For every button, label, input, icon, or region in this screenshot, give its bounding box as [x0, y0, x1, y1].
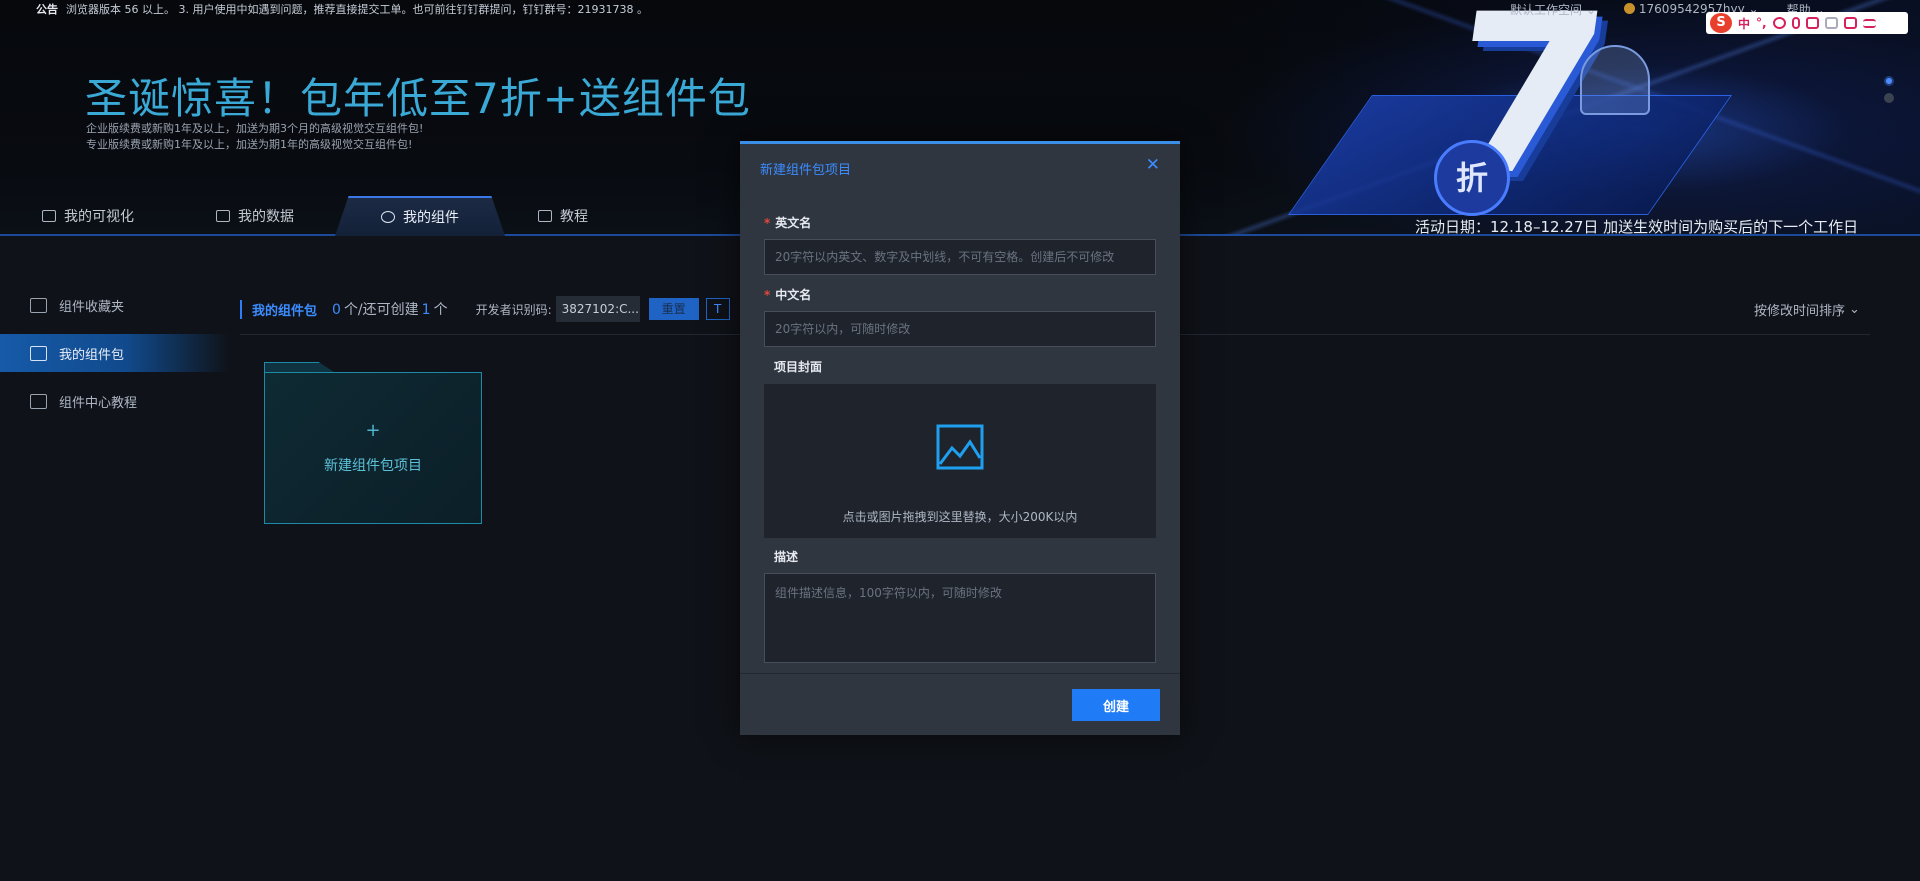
tab-label: 教程 — [560, 209, 588, 225]
sort-label: 按修改时间排序 — [1754, 304, 1846, 319]
code-icon — [216, 210, 230, 222]
banner-pager — [1884, 76, 1894, 110]
promo-line-2: 专业版续费或新购1年及以上，加送为期1年的高级视觉交互组件包! — [86, 138, 413, 151]
en-name-label: * 英文名 — [764, 214, 811, 231]
workspace-label: 默认工作空间 — [1510, 2, 1583, 17]
sidebar-item-label: 我的组件包 — [59, 347, 125, 363]
cn-name-label: * 中文名 — [764, 286, 811, 303]
banner-dot-active[interactable] — [1884, 76, 1894, 86]
layers-icon — [42, 210, 56, 222]
tab-label: 我的数据 — [238, 209, 294, 225]
promo-line-1: 企业版续费或新购1年及以上，加送为期3个月的高级视觉交互组件包! — [86, 122, 424, 135]
sidebar-item-label: 组件中心教程 — [59, 395, 138, 411]
tab-tutorial[interactable]: 教程 — [538, 196, 588, 236]
sidebar-item-tutorial[interactable]: 组件中心教程 — [0, 382, 230, 420]
promo-title: 圣诞惊喜！包年低至7折+送组件包 — [85, 74, 751, 123]
reset-button[interactable]: 重置 — [648, 298, 699, 320]
new-package-modal: 新建组件包项目 ✕ * 英文名 * 中文名 项目封面 点击或图片拖拽到这里替换，大小… — [740, 141, 1180, 735]
description-textarea[interactable] — [764, 573, 1156, 663]
banner-art-dome — [1580, 45, 1650, 115]
graduation-cap-icon — [30, 393, 47, 409]
required-mark: * — [764, 216, 771, 230]
coin-icon — [1623, 3, 1635, 14]
modal-title: 新建组件包项目 — [760, 163, 852, 178]
sidebar-item-favorites[interactable]: 组件收藏夹 — [0, 286, 230, 324]
image-icon — [936, 424, 984, 470]
en-name-input[interactable] — [764, 239, 1156, 275]
tab-my-components[interactable]: 我的组件 — [335, 196, 505, 236]
notice-label: 公告 — [36, 3, 58, 16]
menu-icon[interactable] — [1862, 18, 1876, 28]
toolbar-extra-button[interactable]: T — [705, 298, 730, 320]
cn-name-label-text: 中文名 — [775, 288, 812, 302]
folder-tab — [264, 362, 334, 372]
graduation-cap-icon — [538, 210, 552, 222]
package-icon — [30, 345, 47, 361]
en-name-label-text: 英文名 — [775, 216, 812, 230]
ime-logo-icon: S — [1710, 13, 1732, 33]
developer-code-value[interactable]: 3827102:C... — [555, 296, 640, 322]
cover-label: 项目封面 — [774, 360, 823, 374]
required-mark: * — [764, 288, 771, 302]
sidebar-item-my-packages[interactable]: 我的组件包 — [0, 334, 230, 372]
banner-dot[interactable] — [1884, 93, 1894, 103]
sort-dropdown[interactable]: 按修改时间排序 ⌄ — [1754, 300, 1860, 319]
modal-footer-divider — [740, 673, 1180, 674]
workspace-selector[interactable]: 默认工作空间 ⌄ — [1510, 1, 1596, 18]
skin-icon[interactable] — [1843, 17, 1857, 29]
cover-hint: 点击或图片拖拽到这里替换，大小200K以内 — [842, 510, 1078, 524]
package-count: 0 个/还可创建 1 个 — [329, 299, 448, 319]
create-button[interactable]: 创建 — [1072, 689, 1160, 721]
chevron-down-icon: ⌄ — [1585, 2, 1596, 17]
tab-my-visualization[interactable]: 我的可视化 — [42, 196, 134, 236]
ime-toolbar[interactable]: S 中 °, — [1706, 12, 1908, 34]
tab-label: 我的可视化 — [64, 209, 134, 225]
cn-name-input[interactable] — [764, 311, 1156, 347]
toolbox-icon[interactable] — [1824, 17, 1838, 29]
developer-code-label: 开发者识别码: — [475, 302, 552, 317]
component-icon — [381, 211, 395, 223]
ime-mode[interactable]: 中 — [1738, 15, 1750, 32]
ime-punct[interactable]: °, — [1756, 16, 1767, 30]
chevron-down-icon: ⌄ — [1849, 302, 1860, 317]
count-suffix: 个 — [433, 302, 448, 318]
desc-label: 描述 — [774, 550, 799, 564]
tab-label: 我的组件 — [403, 210, 459, 226]
section-title: 我的组件包 — [240, 299, 317, 319]
cover-upload-area[interactable]: 点击或图片拖拽到这里替换，大小200K以内 — [764, 384, 1156, 538]
tab-my-data[interactable]: 我的数据 — [216, 196, 294, 236]
sidebar-item-label: 组件收藏夹 — [59, 299, 125, 315]
mic-icon[interactable] — [1791, 17, 1800, 29]
package-toolbar: 我的组件包 0 个/还可创建 1 个 开发者识别码: 3827102:C... 重置 … — [240, 296, 730, 322]
notice-bar: 公告 浏览器版本 56 以上。 3. 用户使用中如遇到问题，推荐直接提交工单。也可… — [36, 1, 648, 17]
emoji-icon[interactable] — [1772, 17, 1786, 29]
close-icon[interactable]: ✕ — [1146, 156, 1160, 174]
count-mid: 个/还可创建 — [343, 302, 419, 318]
plus-icon: + — [365, 420, 381, 441]
notice-text: 浏览器版本 56 以上。 3. 用户使用中如遇到问题，推荐直接提交工单。也可前往… — [66, 3, 648, 16]
new-package-label: 新建组件包项目 — [324, 458, 422, 474]
sidebar: 组件收藏夹 我的组件包 组件中心教程 — [0, 286, 230, 430]
count-value: 0 — [332, 302, 341, 318]
remaining-value: 1 — [421, 302, 431, 318]
keyboard-icon[interactable] — [1805, 17, 1819, 29]
new-package-card[interactable]: + 新建组件包项目 — [264, 372, 482, 524]
favorites-icon — [30, 297, 47, 313]
